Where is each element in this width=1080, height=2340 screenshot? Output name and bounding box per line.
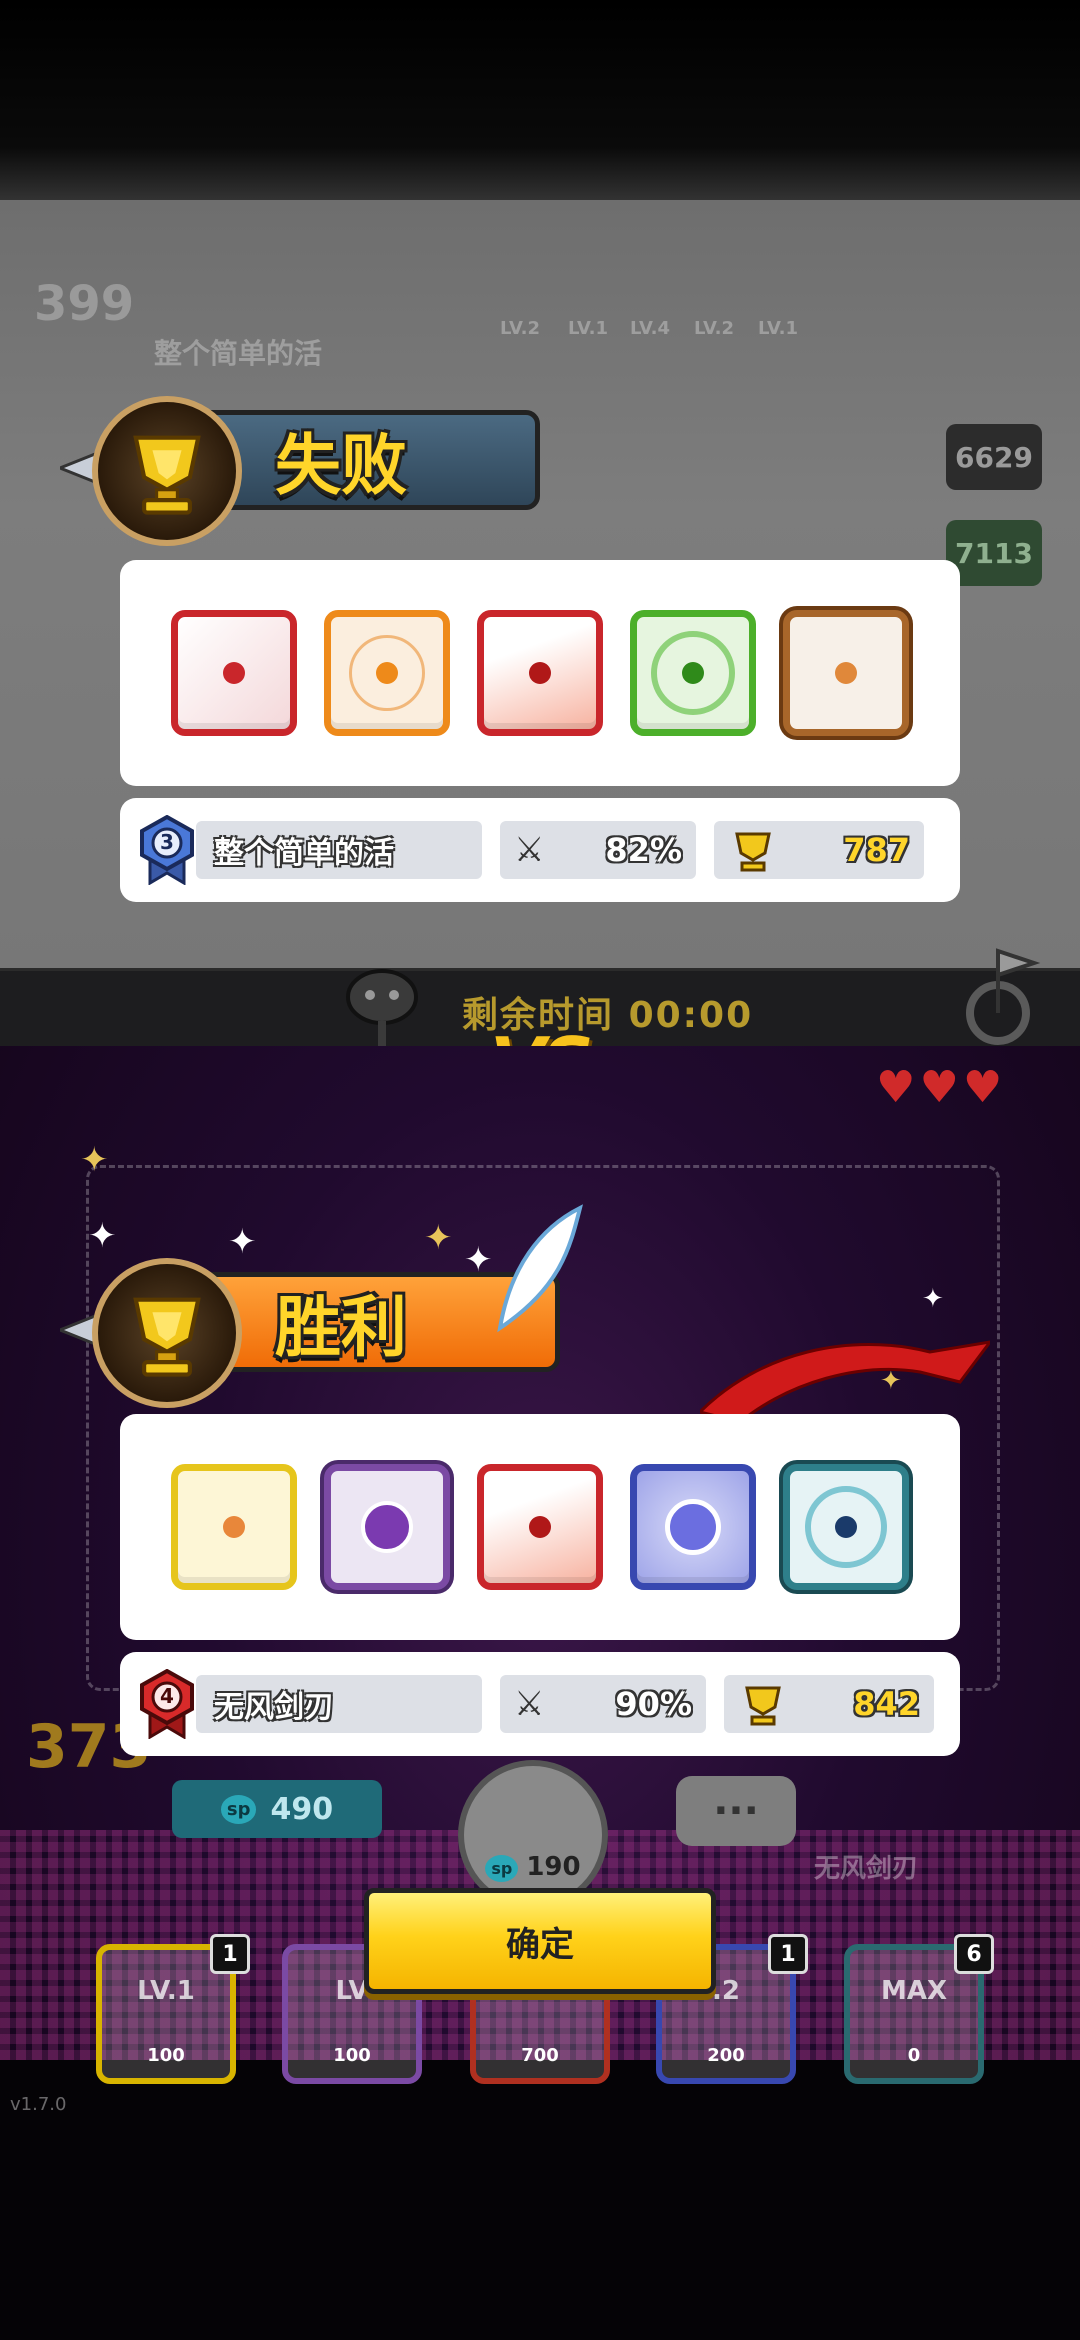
win-rate-box: ⚔ 90% xyxy=(500,1675,706,1733)
sparkle-icon: ✦ xyxy=(80,1140,109,1180)
deck-cost: 200 xyxy=(707,2045,745,2066)
wind-dragon-skill-icon xyxy=(782,1464,909,1590)
victory-banner: 胜利 xyxy=(60,1204,583,1408)
deck-count-badge: 6 xyxy=(954,1934,994,1974)
opponent-score-box: 6629 xyxy=(946,424,1042,490)
swords-icon: ⚔ xyxy=(514,1684,545,1724)
opponent-level-label: LV.4 xyxy=(630,318,670,339)
sparkle-icon: ✦ xyxy=(424,1218,453,1258)
sp-counter: sp 490 xyxy=(172,1780,382,1838)
rank-badge-icon: 3 xyxy=(136,814,198,886)
bottom-dark-area xyxy=(0,2060,1080,2340)
wing-icon xyxy=(497,1204,583,1333)
emote-button[interactable]: ··· xyxy=(676,1776,796,1846)
flag-icon[interactable] xyxy=(964,931,1044,1051)
defeat-player-info: 3 整个简单的活 ⚔ 82% 787 xyxy=(120,798,960,902)
trophy-count: 842 xyxy=(853,1685,920,1723)
sp-icon: sp xyxy=(485,1855,519,1882)
orange-target-skill-icon xyxy=(324,610,451,736)
sparkle-icon: ✦ xyxy=(228,1222,257,1262)
player-name-faded: 无风剑刃 xyxy=(814,1854,919,1884)
opponent-level-label: LV.1 xyxy=(568,318,608,339)
opponent-level-label: LV.2 xyxy=(500,318,540,339)
victory-skills-card xyxy=(120,1414,960,1640)
yellow-skill-icon xyxy=(171,1464,298,1590)
sp-icon: sp xyxy=(220,1794,257,1824)
deck-level: .2 xyxy=(712,1976,740,2006)
deck-level: LV.1 xyxy=(137,1976,195,2006)
deck-count-badge: 1 xyxy=(210,1934,250,1974)
timer-value: 00:00 xyxy=(628,995,754,1036)
version-label: v1.7.0 xyxy=(10,2094,67,2115)
defeat-skills-card xyxy=(120,560,960,786)
player-name: 无风剑刃 xyxy=(196,1675,482,1733)
sparkle-icon: ✦ xyxy=(922,1284,944,1314)
trophy-box: 787 xyxy=(714,821,924,879)
trophy-emblem xyxy=(92,1258,242,1408)
red-ribbon-decoration xyxy=(700,1340,990,1422)
rank-number: 4 xyxy=(160,1684,174,1708)
deck-cost: 700 xyxy=(521,2045,559,2066)
opponent-level-label: LV.1 xyxy=(758,318,798,339)
deck-cost: 100 xyxy=(147,2045,185,2066)
deck-cost: 100 xyxy=(333,2045,371,2066)
trophy-icon xyxy=(133,435,201,515)
opponent-score-faded: 399 xyxy=(34,276,135,332)
deck-count-badge: 1 xyxy=(768,1934,808,1974)
summon-cost: 190 xyxy=(526,1852,581,1882)
trophy-box: 842 xyxy=(724,1675,934,1733)
dragon-frame-skill-icon xyxy=(782,610,909,736)
top-dark-area xyxy=(0,0,1080,210)
deck-cost: 0 xyxy=(907,2045,921,2066)
cobra-icon xyxy=(346,969,418,1049)
opponent-name-faded: 整个简单的活 xyxy=(154,337,323,370)
win-rate: 82% xyxy=(605,831,682,869)
sp-amount: 490 xyxy=(270,1791,334,1827)
player-name: 整个简单的活 xyxy=(196,821,482,879)
trophy-icon xyxy=(745,1686,781,1726)
fire-skill-icon xyxy=(476,1464,603,1590)
confirm-button[interactable]: 确定 xyxy=(364,1888,716,1994)
trophy-emblem xyxy=(92,396,242,546)
victory-player-info: 4 无风剑刃 ⚔ 90% 842 xyxy=(120,1652,960,1756)
trophy-icon xyxy=(735,832,771,872)
rank-number: 3 xyxy=(160,830,174,854)
deck-level: MAX xyxy=(880,1976,948,2006)
defeat-banner: 失败 xyxy=(60,396,540,546)
sparkle-icon: ✦ xyxy=(88,1216,117,1256)
fire-skill-icon xyxy=(476,610,603,736)
win-rate: 90% xyxy=(615,1685,692,1723)
blue-orb-skill-icon xyxy=(629,1464,756,1590)
rank-badge-icon: 4 xyxy=(136,1668,198,1740)
win-rate-box: ⚔ 82% xyxy=(500,821,696,879)
swords-icon: ⚔ xyxy=(514,830,545,870)
hearts-icon: ♥♥♥ xyxy=(876,1062,1007,1113)
crimson-fracture-skill-icon xyxy=(171,610,298,736)
trophy-count: 787 xyxy=(843,831,910,869)
opponent-level-label: LV.2 xyxy=(694,318,734,339)
poison-skill-icon xyxy=(629,610,756,736)
opponent-score-box: 7113 xyxy=(946,520,1042,586)
purple-dragon-skill-icon xyxy=(324,1464,451,1590)
trophy-icon xyxy=(133,1297,201,1377)
